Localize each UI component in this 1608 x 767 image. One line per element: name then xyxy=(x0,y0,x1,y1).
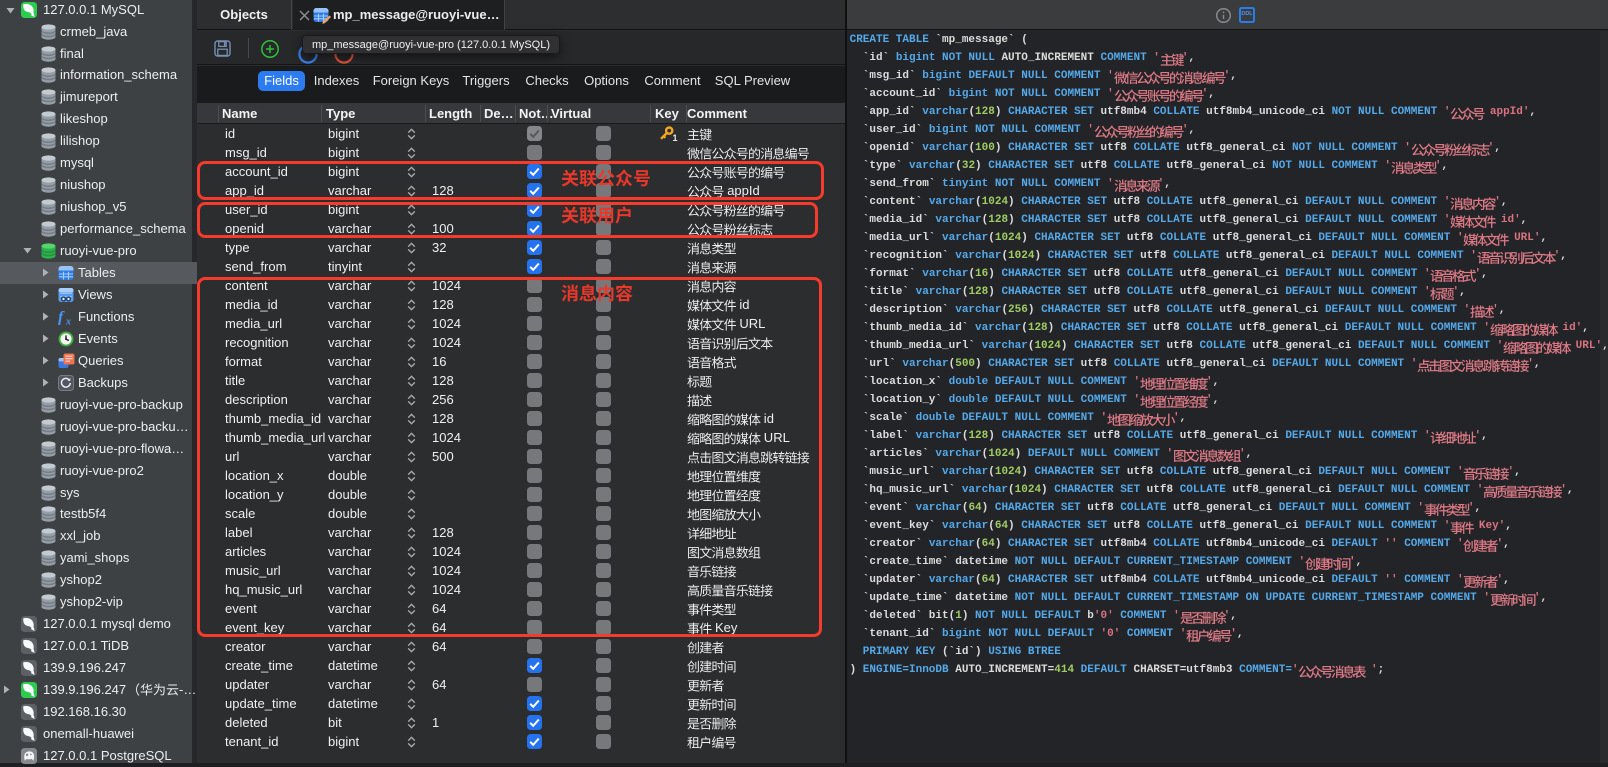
svg-text:x: x xyxy=(65,316,71,325)
svg-text:f: f xyxy=(58,309,65,325)
svg-text:1: 1 xyxy=(673,133,678,142)
